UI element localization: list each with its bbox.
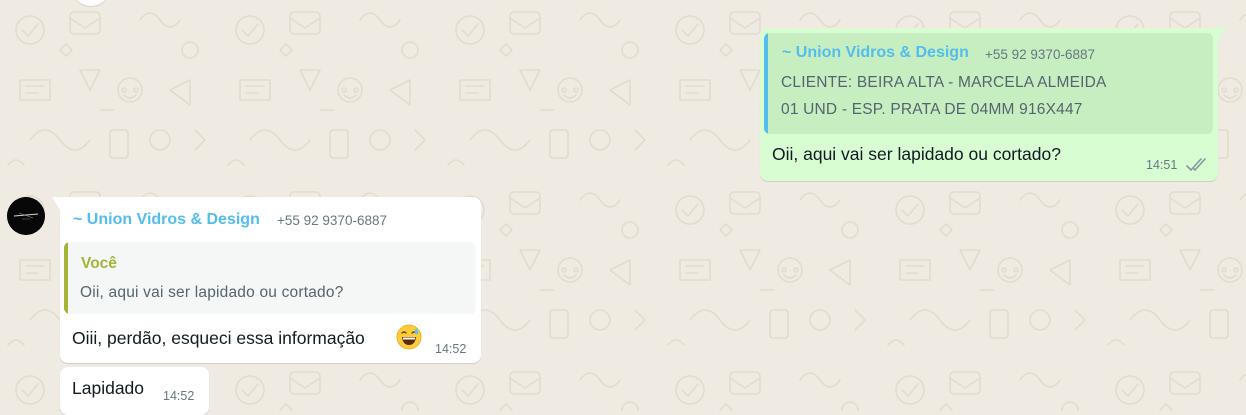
message-time: 14:51 [1146,158,1178,172]
message-text: Oiii, perdão, esqueci essa informação [72,328,365,348]
message-time: 14:52 [435,342,467,356]
bubble-tail-icon [1218,28,1226,41]
quoted-message[interactable]: Você Oii, aqui vai ser lapidado ou corta… [64,242,476,314]
grinning-sweat-emoji [396,324,422,350]
sender-name[interactable]: ~ Union Vidros & Design [73,211,260,229]
double-check-icon [1186,158,1206,172]
quote-line-2: 01 UND - ESP. PRATA DE 04MM 916X447 [781,101,1083,118]
bubble-tail-icon [52,197,60,210]
sender-phone: +55 92 9370-6887 [277,213,387,228]
quote-text: Oii, aqui vai ser lapidado ou cortado? [80,284,344,301]
incoming-message[interactable]: ~ Union Vidros & Design +55 92 9370-6887… [52,197,481,363]
quote-line-1: CLIENTE: BEIRA ALTA - MARCELA ALMEIDA [781,74,1107,91]
outgoing-message[interactable]: ~ Union Vidros & Design +55 92 9370-6887… [760,28,1226,181]
quote-sender-name: Você [81,255,117,272]
quote-bar [64,242,68,314]
message-text: Lapidado [72,378,145,398]
incoming-message[interactable]: Lapidado 14:52 [60,367,209,415]
quote-sender-phone: +55 92 9370-6887 [985,47,1095,62]
message-time: 14:52 [163,389,195,403]
quote-sender-name: ~ Union Vidros & Design [782,44,969,61]
message-text: Oii, aqui vai ser lapidado ou cortado? [772,144,1061,164]
quoted-message[interactable]: ~ Union Vidros & Design +55 92 9370-6887… [764,33,1213,134]
quote-bar [764,33,768,134]
contact-avatar[interactable] [7,197,45,235]
